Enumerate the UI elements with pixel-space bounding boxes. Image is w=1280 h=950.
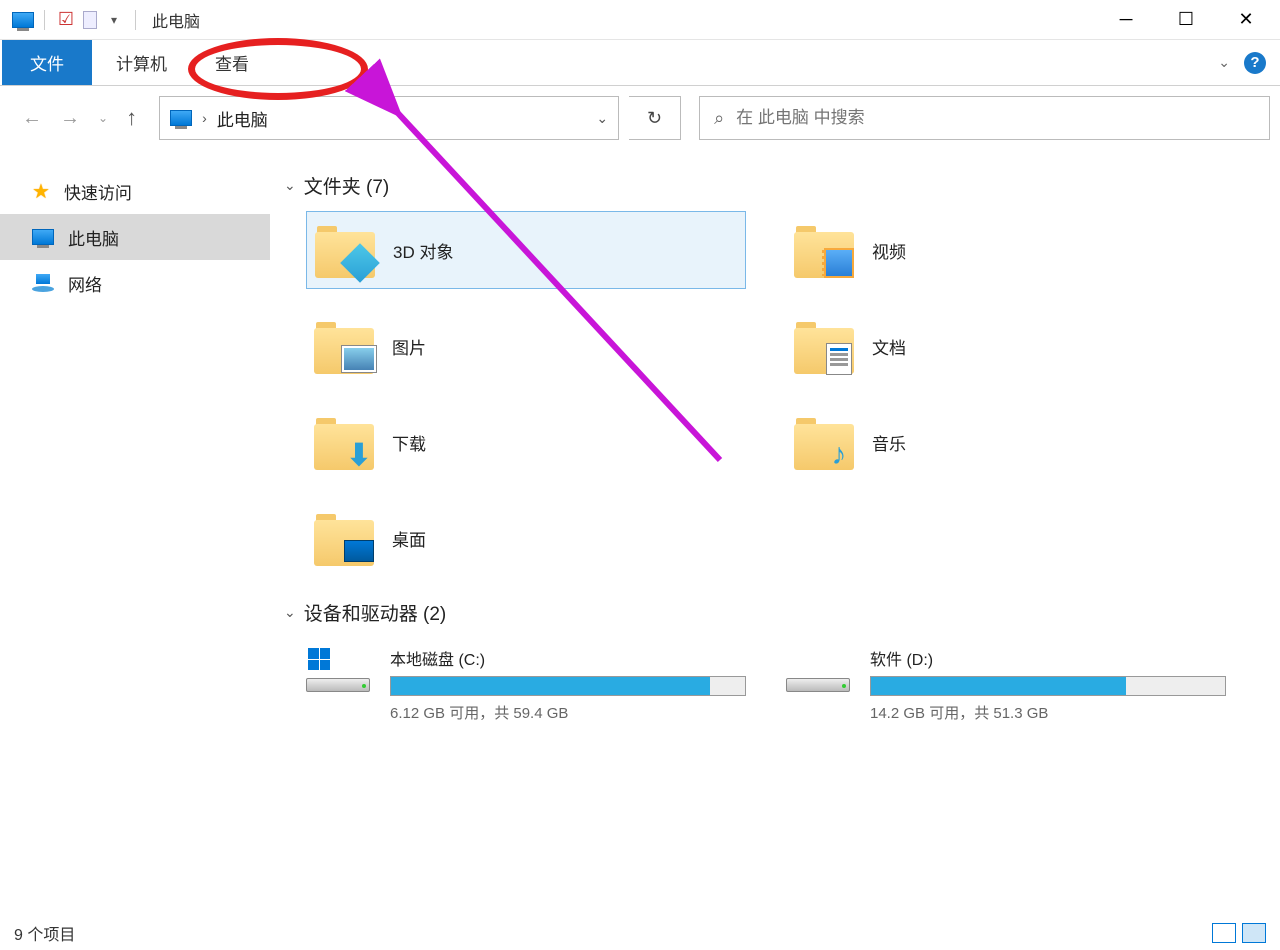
status-bar: 9 个项目 xyxy=(0,916,1280,950)
windows-logo-icon xyxy=(308,648,330,670)
status-text: 9 个项目 xyxy=(14,921,75,945)
pc-icon xyxy=(12,9,34,31)
folder-desktop[interactable]: 桌面 xyxy=(306,499,746,577)
star-icon: ★ xyxy=(32,179,50,204)
pc-icon xyxy=(32,229,54,245)
folder-videos[interactable]: 视频 xyxy=(786,211,1226,289)
sidebar-item-network[interactable]: 网络 xyxy=(0,260,270,306)
drive-icon xyxy=(306,646,372,696)
folder-icon xyxy=(315,222,375,278)
drive-usage-bar xyxy=(870,676,1226,696)
network-icon xyxy=(32,274,54,292)
view-details-button[interactable] xyxy=(1212,923,1236,943)
folder-label: 图片 xyxy=(392,334,426,359)
document-icon[interactable] xyxy=(83,11,97,29)
tab-view[interactable]: 查看 xyxy=(191,40,273,85)
dropdown-icon[interactable]: ▾ xyxy=(103,9,125,31)
divider xyxy=(44,10,45,30)
folder-documents[interactable]: 文档 xyxy=(786,307,1226,385)
folder-label: 3D 对象 xyxy=(393,238,453,263)
quick-access-toolbar: ☑ ▾ xyxy=(4,9,140,31)
ribbon-tabs: 文件 计算机 查看 ⌄ ? xyxy=(0,40,1280,86)
search-icon: ⌕ xyxy=(714,108,724,129)
view-tiles-button[interactable] xyxy=(1242,923,1266,943)
folder-icon xyxy=(794,222,854,278)
sidebar-item-label: 此电脑 xyxy=(68,225,119,250)
up-button[interactable]: ↑ xyxy=(126,105,137,131)
folder-music[interactable]: ♪ 音乐 xyxy=(786,403,1226,481)
sidebar-item-label: 快速访问 xyxy=(64,179,132,204)
folder-label: 下载 xyxy=(392,430,426,455)
search-input[interactable] xyxy=(736,108,1255,128)
drive-name: 本地磁盘 (C:) xyxy=(390,646,746,670)
chevron-right-icon: › xyxy=(202,110,207,126)
sidebar: ★ 快速访问 此电脑 网络 xyxy=(0,150,270,916)
maximize-button[interactable]: ☐ xyxy=(1156,0,1216,40)
tab-file[interactable]: 文件 xyxy=(2,40,92,85)
chevron-down-icon[interactable]: ⌄ xyxy=(596,110,608,127)
drive-name: 软件 (D:) xyxy=(870,646,1226,670)
folder-pictures[interactable]: 图片 xyxy=(306,307,746,385)
folder-label: 视频 xyxy=(872,238,906,263)
section-title: 设备和驱动器 (2) xyxy=(304,599,447,626)
window-controls: ─ ☐ ✕ xyxy=(1096,0,1276,40)
folder-icon xyxy=(794,318,854,374)
minimize-button[interactable]: ─ xyxy=(1096,0,1156,40)
search-box[interactable]: ⌕ xyxy=(699,96,1270,140)
folder-label: 文档 xyxy=(872,334,906,359)
drive-d[interactable]: 软件 (D:) 14.2 GB 可用，共 51.3 GB xyxy=(786,646,1226,723)
content-area: ⌄ 文件夹 (7) 3D 对象 视频 图片 文档 ⬇ 下载 xyxy=(270,150,1280,916)
folder-icon: ♪ xyxy=(794,414,854,470)
folder-icon xyxy=(314,510,374,566)
folder-3d-objects[interactable]: 3D 对象 xyxy=(306,211,746,289)
section-header-drives[interactable]: ⌄ 设备和驱动器 (2) xyxy=(284,599,1260,626)
address-bar[interactable]: › 此电脑 ⌄ xyxy=(159,96,619,140)
folder-icon xyxy=(314,318,374,374)
back-button[interactable]: ← xyxy=(22,107,42,130)
chevron-down-icon: ⌄ xyxy=(284,604,296,621)
drive-free-text: 6.12 GB 可用，共 59.4 GB xyxy=(390,702,746,723)
folder-downloads[interactable]: ⬇ 下载 xyxy=(306,403,746,481)
chevron-down-icon[interactable]: ⌄ xyxy=(1218,54,1230,71)
section-title: 文件夹 (7) xyxy=(304,172,390,199)
folder-icon: ⬇ xyxy=(314,414,374,470)
sidebar-item-quick-access[interactable]: ★ 快速访问 xyxy=(0,168,270,214)
folders-grid: 3D 对象 视频 图片 文档 ⬇ 下载 ♪ 音乐 xyxy=(278,211,1260,577)
folder-label: 音乐 xyxy=(872,430,906,455)
forward-button[interactable]: → xyxy=(60,107,80,130)
nav-arrows: ← → ⌄ ↑ xyxy=(10,105,149,131)
properties-icon[interactable]: ☑ xyxy=(55,9,77,31)
tab-computer[interactable]: 计算机 xyxy=(92,40,191,85)
recent-dropdown-icon[interactable]: ⌄ xyxy=(98,111,108,125)
drives-grid: 本地磁盘 (C:) 6.12 GB 可用，共 59.4 GB 软件 (D:) 1… xyxy=(278,638,1260,723)
drive-icon xyxy=(786,646,852,696)
divider xyxy=(135,10,136,30)
drive-c[interactable]: 本地磁盘 (C:) 6.12 GB 可用，共 59.4 GB xyxy=(306,646,746,723)
drive-usage-bar xyxy=(390,676,746,696)
folder-label: 桌面 xyxy=(392,526,426,551)
close-button[interactable]: ✕ xyxy=(1216,0,1276,40)
drive-free-text: 14.2 GB 可用，共 51.3 GB xyxy=(870,702,1226,723)
section-header-folders[interactable]: ⌄ 文件夹 (7) xyxy=(284,172,1260,199)
help-icon[interactable]: ? xyxy=(1244,52,1266,74)
breadcrumb[interactable]: 此电脑 xyxy=(217,106,268,131)
navigation-row: ← → ⌄ ↑ › 此电脑 ⌄ ↻ ⌕ xyxy=(0,86,1280,150)
pc-icon xyxy=(170,110,192,126)
refresh-button[interactable]: ↻ xyxy=(629,96,681,140)
titlebar: ☑ ▾ 此电脑 ─ ☐ ✕ xyxy=(0,0,1280,40)
chevron-down-icon: ⌄ xyxy=(284,177,296,194)
sidebar-item-label: 网络 xyxy=(68,271,102,296)
window-title: 此电脑 xyxy=(152,8,200,32)
sidebar-item-this-pc[interactable]: 此电脑 xyxy=(0,214,270,260)
